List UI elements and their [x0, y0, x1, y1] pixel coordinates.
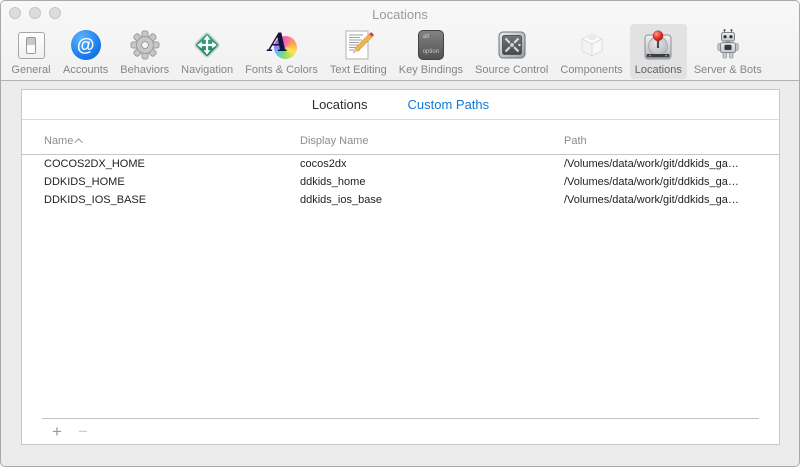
zoom-button[interactable] — [49, 7, 61, 19]
toolbar-item-accounts[interactable]: @ Accounts — [58, 24, 113, 79]
traffic-lights — [9, 7, 61, 19]
footer-bar: + − — [22, 419, 779, 444]
toolbar-item-navigation[interactable]: Navigation — [176, 24, 238, 79]
toolbar-item-locations[interactable]: Locations — [629, 24, 687, 79]
toolbar-item-text-editing[interactable]: Text Editing — [325, 24, 392, 79]
add-button[interactable]: + — [49, 423, 65, 440]
minimize-button[interactable] — [29, 7, 41, 19]
cell-path: /Volumes/data/work/git/ddkids_ga… — [564, 176, 739, 188]
components-icon — [572, 27, 612, 63]
locations-panel: Locations Custom Paths Name Display Name… — [21, 89, 780, 445]
cell-name: COCOS2DX_HOME — [44, 158, 145, 170]
text-editing-icon — [338, 27, 378, 63]
cell-display-name: ddkids_ios_base — [300, 194, 382, 206]
cell-name: DDKIDS_IOS_BASE — [44, 194, 147, 206]
cell-display-name: cocos2dx — [300, 158, 347, 170]
fonts-colors-icon: A — [262, 27, 302, 63]
preferences-window: Locations General @ Accounts Behaviors N… — [0, 0, 800, 467]
source-control-icon — [492, 27, 532, 63]
toolbar-item-behaviors[interactable]: Behaviors — [115, 24, 174, 79]
titlebar-toolbar: Locations General @ Accounts Behaviors N… — [1, 1, 799, 81]
toolbar-item-key-bindings[interactable]: alt option Key Bindings — [394, 24, 468, 79]
column-header-path[interactable]: Path — [564, 135, 759, 147]
locations-icon — [638, 27, 678, 63]
window-title: Locations — [372, 6, 428, 22]
remove-button[interactable]: − — [75, 423, 91, 440]
toolbar-item-source-control[interactable]: Source Control — [470, 24, 553, 79]
general-icon — [11, 27, 51, 63]
column-header-name[interactable]: Name — [44, 135, 300, 147]
server-bots-icon — [708, 27, 748, 63]
tab-bar: Locations Custom Paths — [22, 90, 779, 120]
toolbar-item-server-bots[interactable]: Server & Bots — [689, 24, 767, 79]
content-area: Locations Custom Paths Name Display Name… — [1, 81, 799, 466]
key-bindings-icon: alt option — [411, 27, 451, 63]
table-row[interactable]: COCOS2DX_HOME cocos2dx /Volumes/data/wor… — [22, 155, 779, 173]
preferences-toolbar: General @ Accounts Behaviors Navigation … — [1, 23, 799, 79]
table-row[interactable]: DDKIDS_IOS_BASE ddkids_ios_base /Volumes… — [22, 191, 779, 209]
cell-path: /Volumes/data/work/git/ddkids_ga… — [564, 194, 739, 206]
toolbar-item-components[interactable]: Components — [555, 24, 627, 79]
table-empty-area — [22, 209, 779, 418]
cell-path: /Volumes/data/work/git/ddkids_ga… — [564, 158, 739, 170]
table-row[interactable]: DDKIDS_HOME ddkids_home /Volumes/data/wo… — [22, 173, 779, 191]
column-header-display-name[interactable]: Display Name — [300, 135, 564, 147]
cell-display-name: ddkids_home — [300, 176, 366, 188]
toolbar-item-fonts-colors[interactable]: A Fonts & Colors — [240, 24, 323, 79]
cell-name: DDKIDS_HOME — [44, 176, 125, 188]
behaviors-icon — [125, 27, 165, 63]
close-button[interactable] — [9, 7, 21, 19]
titlebar: Locations — [1, 1, 799, 23]
tab-custom-paths[interactable]: Custom Paths — [408, 97, 490, 112]
accounts-icon: @ — [66, 27, 106, 63]
sort-ascending-icon — [74, 138, 84, 147]
navigation-icon — [187, 27, 227, 63]
table-header: Name Display Name Path — [22, 120, 779, 155]
tab-locations[interactable]: Locations — [312, 97, 368, 112]
toolbar-item-general[interactable]: General — [6, 24, 56, 79]
